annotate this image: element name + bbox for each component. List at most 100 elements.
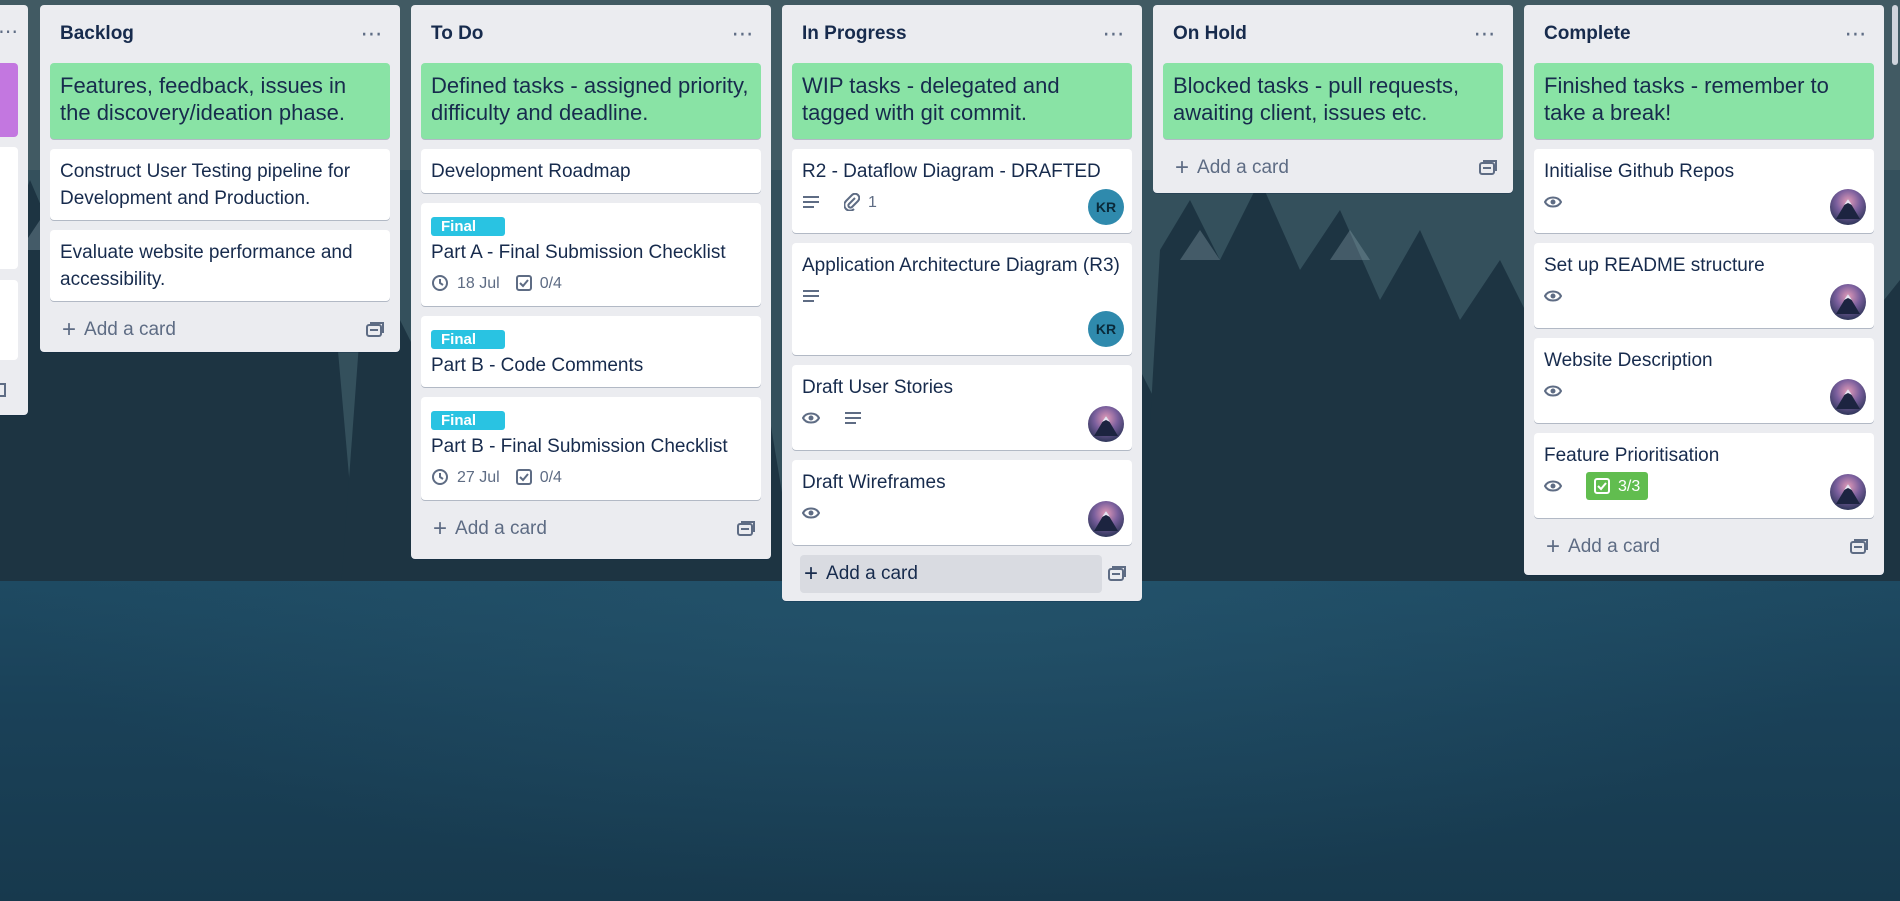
list-title[interactable]: Complete <box>1544 23 1631 45</box>
card-template-icon[interactable] <box>1102 559 1132 589</box>
member-avatar[interactable] <box>1088 406 1124 442</box>
add-card-label: Add a card <box>826 563 918 584</box>
list-complete: Complete ⋯ Finished tasks - remember to … <box>1524 5 1884 575</box>
card-label-final: Final <box>431 217 505 236</box>
card-template-icon[interactable] <box>731 514 761 544</box>
partial-list: ⋯ <box>0 5 28 415</box>
card[interactable]: Set up README structure <box>1534 243 1874 328</box>
due-date-text: 18 Jul <box>457 274 500 292</box>
card[interactable]: Feature Prioritisation 3/3 <box>1534 433 1874 518</box>
list-menu-button[interactable]: ⋯ <box>0 19 18 44</box>
card-template-icon[interactable] <box>1473 153 1503 183</box>
partial-description-card <box>0 63 18 137</box>
checklist-icon <box>1594 478 1610 494</box>
board-scrollbar[interactable] <box>1892 5 1898 65</box>
card-title: Part B - Final Submission Checklist <box>431 436 728 457</box>
card-title: Features, feedback, issues in the discov… <box>60 73 347 125</box>
clock-icon <box>432 469 448 485</box>
due-date-badge: 18 Jul <box>431 270 500 297</box>
background-snow <box>0 581 1900 901</box>
checklist-icon <box>515 469 532 485</box>
list-title[interactable]: Backlog <box>60 23 134 45</box>
list-description-card[interactable]: Defined tasks - assigned priority, diffi… <box>421 63 761 139</box>
card-title: Feature Prioritisation <box>1544 445 1720 466</box>
description-icon <box>802 289 828 303</box>
list-menu-button[interactable]: ⋯ <box>1467 16 1503 52</box>
card-title: Initialise Github Repos <box>1544 161 1735 182</box>
card[interactable]: Draft Wireframes <box>792 460 1132 545</box>
attachment-badge: 1 <box>844 189 877 216</box>
add-card-button[interactable]: + Add a card <box>1171 149 1297 187</box>
eye-icon <box>1544 289 1570 303</box>
list-menu-button[interactable]: ⋯ <box>354 16 390 52</box>
description-icon <box>844 411 870 425</box>
card[interactable]: Application Architecture Diagram (R3) KR <box>792 243 1132 355</box>
add-card-button[interactable]: + Add a card <box>58 311 184 349</box>
card-template-icon[interactable] <box>360 315 390 345</box>
attachment-count: 1 <box>868 193 877 211</box>
member-avatar[interactable]: KR <box>1088 189 1124 225</box>
card[interactable]: Draft User Stories <box>792 365 1132 450</box>
list-menu-button[interactable]: ⋯ <box>1838 16 1874 52</box>
list-menu-button[interactable]: ⋯ <box>1096 16 1132 52</box>
card-title: Part B - Code Comments <box>431 355 644 376</box>
card[interactable]: Initialise Github Repos <box>1534 149 1874 233</box>
card-label-final: Final <box>431 330 505 349</box>
list-on-hold: On Hold ⋯ Blocked tasks - pull requests,… <box>1153 5 1513 193</box>
checklist-badge: 3/3 <box>1586 472 1649 500</box>
eye-icon <box>1544 479 1570 493</box>
card-title: WIP tasks - delegated and tagged with gi… <box>802 73 1060 125</box>
card-title: Application Architecture Diagram (R3) <box>802 255 1120 276</box>
card-title: Website Description <box>1544 350 1713 371</box>
card-title: Development Roadmap <box>431 161 631 182</box>
card[interactable]: R2 - Dataflow Diagram - DRAFTED 1 KR <box>792 149 1132 233</box>
card[interactable]: Final Part B - Code Comments <box>421 316 761 387</box>
member-avatar[interactable] <box>1830 474 1866 510</box>
plus-icon: + <box>1546 533 1561 560</box>
card-label-final: Final <box>431 411 505 430</box>
eye-icon <box>802 411 828 425</box>
add-card-label: Add a card <box>455 518 547 539</box>
due-date-text: 27 Jul <box>457 468 500 486</box>
list-description-card[interactable]: Blocked tasks - pull requests, awaiting … <box>1163 63 1503 139</box>
list-to-do: To Do ⋯ Defined tasks - assigned priorit… <box>411 5 771 559</box>
plus-icon: + <box>62 316 77 343</box>
description-icon <box>802 195 828 209</box>
partial-card[interactable] <box>0 280 18 360</box>
checklist-icon <box>515 275 532 291</box>
checklist-count: 3/3 <box>1618 477 1641 495</box>
card[interactable]: Final Part B - Final Submission Checklis… <box>421 397 761 500</box>
list-title[interactable]: On Hold <box>1173 23 1247 45</box>
member-avatar[interactable] <box>1830 189 1866 225</box>
member-avatar[interactable] <box>1830 284 1866 320</box>
list-description-card[interactable]: Features, feedback, issues in the discov… <box>50 63 390 139</box>
member-avatar[interactable] <box>1088 501 1124 537</box>
card[interactable]: Construct User Testing pipeline for Deve… <box>50 149 390 220</box>
add-card-button[interactable]: + Add a card <box>1542 528 1668 566</box>
list-title[interactable]: To Do <box>431 23 483 45</box>
list-title[interactable]: In Progress <box>802 23 907 45</box>
checklist-badge: 0/4 <box>515 464 562 491</box>
add-card-button[interactable]: + Add a card <box>800 555 1103 593</box>
checklist-badge: 0/4 <box>515 270 562 297</box>
list-in-progress: In Progress ⋯ WIP tasks - delegated and … <box>782 5 1142 601</box>
member-avatar[interactable] <box>1830 379 1866 415</box>
list-menu-button[interactable]: ⋯ <box>725 16 761 52</box>
card-title: Draft Wireframes <box>802 472 946 493</box>
card-template-icon[interactable] <box>0 383 6 397</box>
member-avatar[interactable]: KR <box>1088 311 1124 347</box>
card-title: Evaluate website performance and accessi… <box>60 242 353 290</box>
card-template-icon[interactable] <box>1844 532 1874 562</box>
list-description-card[interactable]: Finished tasks - remember to take a brea… <box>1534 63 1874 139</box>
checklist-count: 0/4 <box>539 468 562 486</box>
card[interactable]: Final Part A - Final Submission Checklis… <box>421 203 761 306</box>
card-title: Draft User Stories <box>802 377 953 398</box>
partial-card[interactable] <box>0 147 18 269</box>
add-card-button[interactable]: + Add a card <box>429 510 555 548</box>
card[interactable]: Evaluate website performance and accessi… <box>50 230 390 301</box>
card-title: Finished tasks - remember to take a brea… <box>1544 73 1829 125</box>
list-description-card[interactable]: WIP tasks - delegated and tagged with gi… <box>792 63 1132 139</box>
card[interactable]: Development Roadmap <box>421 149 761 193</box>
card[interactable]: Website Description <box>1534 338 1874 423</box>
plus-icon: + <box>804 560 819 587</box>
